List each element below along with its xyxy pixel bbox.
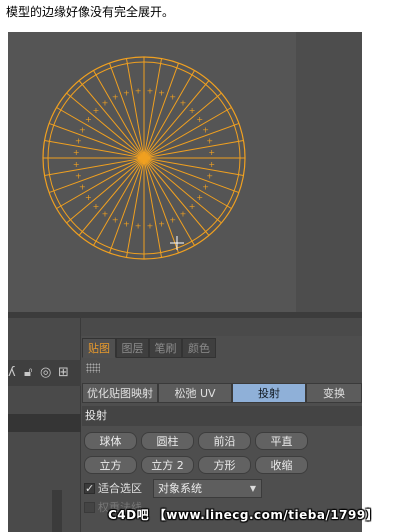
uv-point-marker: + bbox=[93, 106, 100, 115]
uv-point-marker: + bbox=[169, 216, 176, 225]
uv-point-marker: + bbox=[85, 115, 92, 124]
viewport-side-area bbox=[296, 32, 362, 312]
uv-point-marker: + bbox=[112, 92, 119, 101]
uv-point-marker: + bbox=[73, 148, 80, 157]
cubic-2-button[interactable]: 立方 2 bbox=[141, 456, 194, 474]
lock-icon[interactable]: 🔓︎ bbox=[24, 366, 32, 380]
coordinate-system-value: 对象系统 bbox=[158, 482, 202, 495]
uv-point-marker: + bbox=[206, 172, 213, 181]
watermark: C4D吧 【www.linecg.com/tieba/1799】 bbox=[108, 508, 379, 522]
cubic-button[interactable]: 立方 bbox=[84, 456, 137, 474]
uv-point-marker: + bbox=[102, 210, 109, 219]
left-list-row[interactable] bbox=[8, 414, 81, 432]
cylinder-button[interactable]: 圆柱 bbox=[141, 432, 194, 450]
uv-point-marker: + bbox=[208, 160, 215, 169]
uv-point-marker: + bbox=[206, 136, 213, 145]
post-caption: 模型的边缘好像没有完全展开。 bbox=[6, 5, 175, 19]
uv-point-marker: + bbox=[147, 86, 154, 95]
uv-point-marker: + bbox=[93, 202, 100, 211]
tab-layers[interactable]: 图层 bbox=[116, 338, 149, 358]
uv-point-marker: + bbox=[196, 115, 203, 124]
uv-point-marker: + bbox=[147, 222, 154, 231]
left-scrollbar[interactable] bbox=[52, 490, 62, 532]
sphere-button[interactable]: 球体 bbox=[84, 432, 137, 450]
uv-point-marker: + bbox=[85, 193, 92, 202]
fit-selection-checkbox[interactable]: ✓ bbox=[84, 483, 95, 494]
relax-uv-button[interactable]: 松弛 UV bbox=[158, 383, 232, 403]
weight-normal-checkbox bbox=[84, 502, 95, 513]
uv-point-marker: + bbox=[180, 210, 187, 219]
uv-point-marker: + bbox=[189, 202, 196, 211]
uv-point-marker: + bbox=[180, 98, 187, 107]
tab-texture[interactable]: 贴图 bbox=[82, 338, 116, 358]
fit-selection-label: 适合选区 bbox=[98, 482, 142, 495]
uv-point-marker: + bbox=[123, 88, 130, 97]
transform-button[interactable]: 变换 bbox=[306, 383, 362, 403]
person-icon[interactable]: ʎ bbox=[8, 366, 16, 380]
uv-point-marker: + bbox=[208, 148, 215, 157]
uv-point-marker: + bbox=[73, 160, 80, 169]
tab-brush[interactable]: 笔刷 bbox=[149, 338, 182, 358]
uv-point-marker: + bbox=[75, 136, 82, 145]
add-box-icon[interactable]: ⊞ bbox=[58, 366, 69, 380]
uv-point-marker: + bbox=[112, 216, 119, 225]
uv-point-marker: + bbox=[158, 220, 165, 229]
uv-point-marker: + bbox=[158, 88, 165, 97]
uv-point-marker: + bbox=[75, 172, 82, 181]
uv-point-marker: + bbox=[196, 193, 203, 202]
frontal-button[interactable]: 前沿 bbox=[198, 432, 251, 450]
uv-point-marker: + bbox=[79, 125, 86, 134]
shrink-button[interactable]: 收缩 bbox=[255, 456, 308, 474]
box-button[interactable]: 方形 bbox=[198, 456, 251, 474]
coordinate-system-select[interactable]: 对象系统 ▼ bbox=[153, 479, 262, 498]
uv-point-marker: + bbox=[189, 106, 196, 115]
tab-color[interactable]: 颜色 bbox=[182, 338, 216, 358]
optimize-mapping-button[interactable]: 优化贴图映射 bbox=[82, 383, 158, 403]
projection-button[interactable]: 投射 bbox=[232, 383, 306, 403]
uv-point-marker: + bbox=[202, 125, 209, 134]
uv-point-marker: + bbox=[202, 183, 209, 192]
uv-point-marker: + bbox=[123, 220, 130, 229]
viewport-3d[interactable]: + + + + + + + + + + + + + + + + + + + + + + + + + + + + + + + + + + + + bbox=[8, 32, 296, 312]
uv-point-marker: + bbox=[135, 222, 142, 231]
uv-point-marker: + bbox=[169, 92, 176, 101]
center-pivot bbox=[141, 155, 147, 161]
target-icon[interactable]: ◎ bbox=[40, 366, 51, 380]
flat-button[interactable]: 平直 bbox=[255, 432, 308, 450]
uv-point-marker: + bbox=[135, 86, 142, 95]
uv-point-marker: + bbox=[102, 98, 109, 107]
section-title: 投射 bbox=[82, 406, 362, 426]
grip-icon[interactable] bbox=[86, 363, 100, 373]
chevron-down-icon: ▼ bbox=[249, 484, 256, 493]
uv-point-marker: + bbox=[79, 183, 86, 192]
uv-wireframe: +++++++++++++++++++++++++ + + + + +++++++ bbox=[42, 56, 246, 260]
